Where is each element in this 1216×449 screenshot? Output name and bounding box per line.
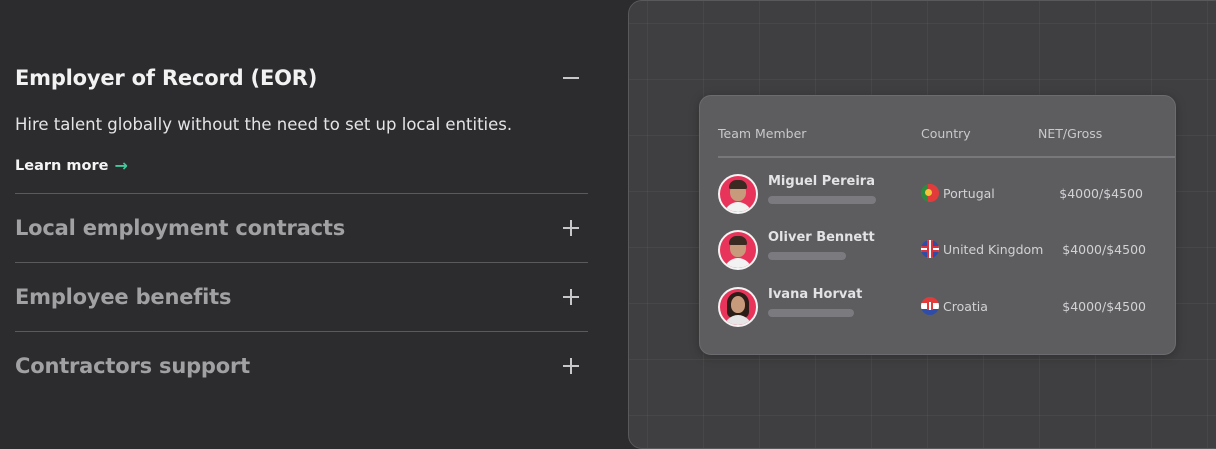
accordion-item-eor: Employer of Record (EOR) Hire talent glo…	[15, 40, 588, 194]
team-table-card: Team Member Country NET/Gross Miguel Per…	[699, 95, 1176, 355]
accordion-header-contractors-support[interactable]: Contractors support	[15, 332, 588, 400]
accordion-body-eor: Hire talent globally without the need to…	[15, 114, 588, 193]
placeholder-bar	[768, 309, 854, 317]
plus-icon[interactable]	[561, 356, 581, 376]
net-gross-amount: $4000/$4500	[1062, 242, 1146, 257]
uk-flag-icon	[921, 240, 939, 258]
page: Employer of Record (EOR) Hire talent glo…	[0, 0, 1216, 449]
accordion-description: Hire talent globally without the need to…	[15, 115, 513, 134]
column-header-net-gross: NET/Gross	[1038, 126, 1103, 141]
accordion-title: Employer of Record (EOR)	[15, 65, 318, 90]
accordion-item-contractors-support: Contractors support	[15, 332, 588, 400]
net-gross-amount: $4000/$4500	[1062, 299, 1146, 314]
avatar	[718, 174, 758, 214]
accordion-header-local-contracts[interactable]: Local employment contracts	[15, 194, 588, 262]
column-header-country: Country	[921, 126, 971, 141]
learn-more-link[interactable]: Learn more →	[15, 156, 128, 175]
plus-icon[interactable]	[561, 218, 581, 238]
net-gross-amount: $4000/$4500	[1059, 186, 1143, 201]
placeholder-bar	[768, 196, 876, 204]
arrow-right-icon: →	[114, 156, 128, 175]
member-name: Oliver Bennett	[768, 230, 875, 245]
table-header: Team Member Country NET/Gross	[718, 96, 1175, 158]
accordion-item-local-contracts: Local employment contracts	[15, 194, 588, 263]
avatar	[718, 287, 758, 327]
croatia-flag-icon	[921, 297, 939, 315]
minus-icon[interactable]	[561, 68, 581, 88]
country-name: United Kingdom	[943, 242, 1044, 257]
table-row: Miguel Pereira Portugal $4000/$4500	[718, 174, 1168, 214]
table-row: Ivana Horvat Croatia $4000/$4500	[718, 287, 1168, 327]
accordion-header-employee-benefits[interactable]: Employee benefits	[15, 263, 588, 331]
member-name: Miguel Pereira	[768, 174, 875, 189]
illustration-panel: Team Member Country NET/Gross Miguel Per…	[628, 0, 1216, 449]
accordion-item-employee-benefits: Employee benefits	[15, 263, 588, 332]
column-header-team-member: Team Member	[718, 126, 807, 141]
member-name: Ivana Horvat	[768, 287, 863, 302]
services-accordion: Employer of Record (EOR) Hire talent glo…	[15, 40, 588, 400]
avatar	[718, 230, 758, 270]
country-name: Portugal	[943, 186, 995, 201]
accordion-title: Contractors support	[15, 354, 250, 378]
accordion-title: Local employment contracts	[15, 216, 346, 240]
accordion-header-eor[interactable]: Employer of Record (EOR)	[15, 40, 588, 114]
portugal-flag-icon	[921, 184, 939, 202]
table-row: Oliver Bennett United Kingdom $4000/$450…	[718, 230, 1168, 270]
placeholder-bar	[768, 252, 846, 260]
plus-icon[interactable]	[561, 287, 581, 307]
accordion-title: Employee benefits	[15, 285, 232, 309]
learn-more-label: Learn more	[15, 158, 109, 174]
country-name: Croatia	[943, 299, 988, 314]
